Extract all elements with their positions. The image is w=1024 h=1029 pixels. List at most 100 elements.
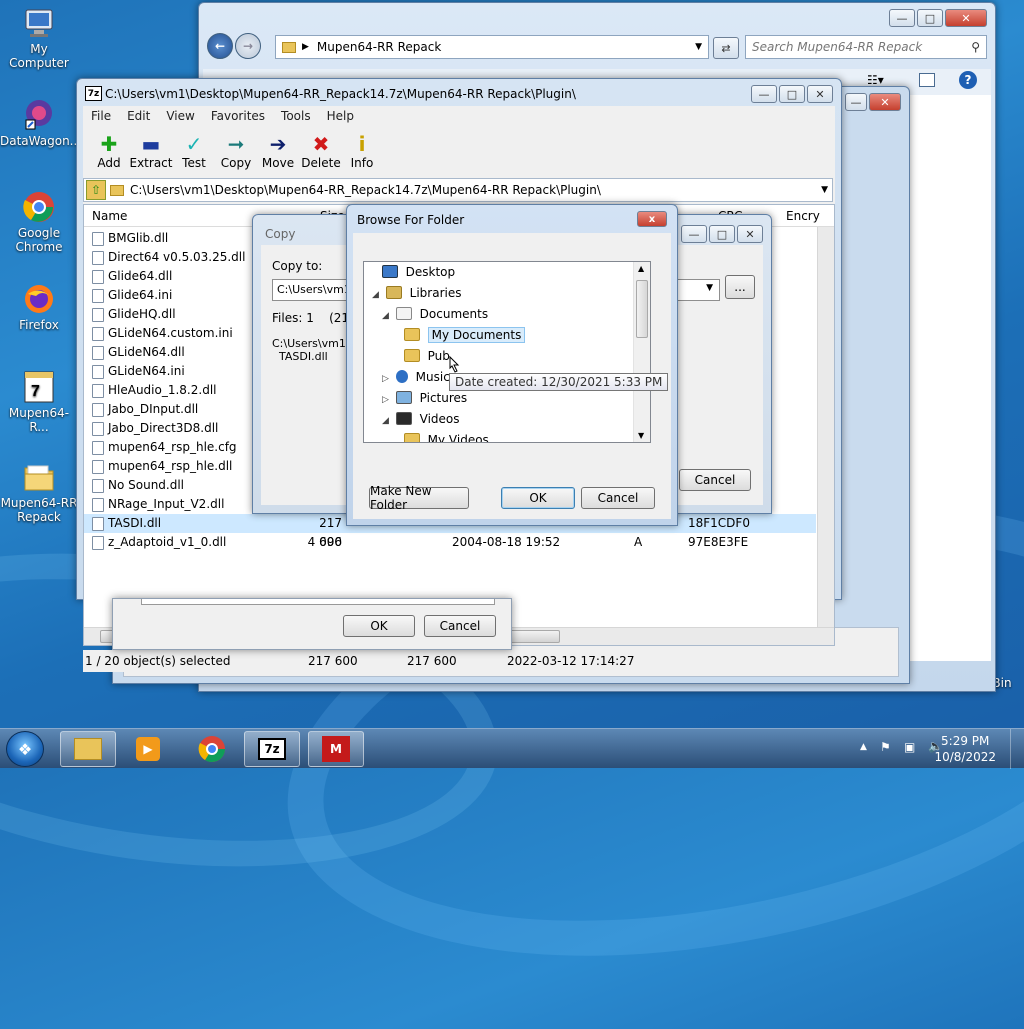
make-new-folder-button[interactable]: Make New Folder (369, 484, 469, 512)
address-dropdown-icon[interactable]: ▼ (695, 42, 702, 52)
copy-cancel-button[interactable]: Cancel (424, 615, 496, 637)
minimize-button[interactable]: — (889, 9, 915, 27)
source-file: TASDI.dll (279, 350, 328, 363)
desktop-icon-chrome[interactable]: Google Chrome (0, 190, 78, 254)
plus-icon: ✚ (100, 132, 118, 156)
collapse-icon[interactable]: ◢ (382, 411, 392, 431)
column-encrypted[interactable]: Encry (786, 209, 820, 223)
folder-tree[interactable]: Desktop ◢ Libraries ◢ Documents My Docum… (363, 261, 651, 443)
info-icon: i (358, 132, 366, 156)
tree-node-videos[interactable]: ◢ Videos (382, 409, 460, 429)
start-button[interactable]: ❖ (6, 731, 44, 767)
delete-button[interactable]: ✖ Delete (299, 132, 343, 170)
clock[interactable]: 5:29 PM 10/8/2022 (934, 733, 996, 765)
forward-button[interactable]: → (235, 33, 261, 59)
menu-favorites[interactable]: Favorites (203, 109, 273, 123)
taskbar-chrome[interactable] (184, 731, 240, 767)
address-bar[interactable]: ▶ Mupen64-RR Repack ▼ (275, 35, 709, 59)
test-button[interactable]: ✓ Test (172, 132, 216, 170)
move-button[interactable]: ➔ Move (256, 132, 300, 170)
column-name[interactable]: Name (92, 209, 127, 223)
help-icon[interactable]: ? (959, 71, 977, 89)
file-row[interactable]: z_Adaptoid_v1_0.dll 4 096 2004-08-18 19:… (84, 533, 816, 552)
desktop-icon-label: My Computer (9, 42, 69, 70)
expand-icon[interactable]: ▷ (382, 369, 392, 389)
maximize-button[interactable]: □ (779, 85, 805, 103)
menu-help[interactable]: Help (319, 109, 362, 123)
collapse-icon[interactable]: ◢ (372, 285, 382, 305)
copy-dialog-lower-field (141, 599, 495, 605)
copy-button[interactable]: ➞ Copy (214, 132, 258, 170)
tree-scrollbar[interactable]: ▲ ▼ (633, 262, 650, 442)
maximize-button[interactable]: □ (709, 225, 735, 243)
scrollbar-thumb[interactable] (636, 280, 648, 338)
menu-edit[interactable]: Edit (119, 109, 158, 123)
close-button[interactable]: x (637, 211, 667, 227)
scroll-down-icon[interactable]: ▼ (638, 431, 644, 440)
folder-icon (74, 738, 102, 760)
tree-node-documents[interactable]: ◢ Documents (382, 304, 488, 324)
tree-node-music[interactable]: ▷ Music (382, 367, 450, 387)
path-dropdown-icon[interactable]: ▼ (821, 185, 828, 195)
file-icon (92, 498, 104, 512)
file-name: z_Adaptoid_v1_0.dll (108, 535, 227, 549)
tree-node-my-documents[interactable]: My Documents (390, 325, 526, 345)
close-button[interactable]: ✕ (737, 225, 763, 243)
view-options-icon[interactable]: ☷▾ (867, 73, 884, 87)
minimize-button[interactable]: — (681, 225, 707, 243)
add-button[interactable]: ✚ Add (87, 132, 131, 170)
copy-dialog-cancel-button[interactable]: Cancel (679, 469, 751, 491)
folder-icon (22, 460, 56, 494)
tree-node-libraries[interactable]: ◢ Libraries (372, 283, 461, 303)
copy-dialog-title: Copy (265, 227, 296, 241)
refresh-button[interactable]: ⇄ (713, 37, 739, 59)
back-button[interactable]: ← (207, 33, 233, 59)
show-hidden-icons-icon[interactable]: ▲ (860, 742, 867, 752)
taskbar-explorer[interactable] (60, 731, 116, 767)
preview-pane-icon[interactable] (919, 73, 935, 87)
taskbar-media-player[interactable]: ▶ (120, 731, 176, 767)
info-button[interactable]: i Info (340, 132, 384, 170)
taskbar: ❖ ▶ 7z M ▲ ⚑ ▣ 🔈 5:29 PM 10/8/2022 (0, 728, 1024, 769)
collapse-icon[interactable]: ◢ (382, 306, 392, 326)
extract-button[interactable]: ▬ Extract (129, 132, 173, 170)
browse-cancel-button[interactable]: Cancel (581, 487, 655, 509)
path-bar[interactable]: ⇧ C:\Users\vm1\Desktop\Mupen64-RR_Repack… (83, 178, 833, 202)
search-input[interactable]: Search Mupen64-RR Repack ⚲ (745, 35, 987, 59)
menu-view[interactable]: View (158, 109, 202, 123)
taskbar-mupen[interactable]: M (308, 731, 364, 767)
copy-ok-button[interactable]: OK (343, 615, 415, 637)
browse-button[interactable]: ... (725, 275, 755, 299)
up-folder-icon[interactable]: ⇧ (86, 180, 106, 200)
maximize-button[interactable]: □ (917, 9, 943, 27)
taskbar-7zip[interactable]: 7z (244, 731, 300, 767)
action-center-icon[interactable]: ⚑ (880, 740, 891, 754)
close-button[interactable]: ✕ (945, 9, 987, 27)
tree-node-desktop[interactable]: Desktop (368, 262, 455, 282)
desktop-icon-firefox[interactable]: Firefox (0, 282, 78, 332)
network-icon[interactable]: ▣ (904, 740, 915, 754)
browse-ok-button[interactable]: OK (501, 487, 575, 509)
file-icon (92, 441, 104, 455)
menu-tools[interactable]: Tools (273, 109, 319, 123)
double-arrow-icon: ➞ (227, 132, 245, 156)
desktop-icon-datawagon[interactable]: DataWagon... (0, 98, 81, 148)
menu-file[interactable]: File (83, 109, 119, 123)
desktop-icon-mupen-archive[interactable]: 7 Mupen64-R... (0, 370, 78, 434)
desktop-icon-mupen-folder[interactable]: Mupen64-RR Repack (0, 460, 78, 524)
desktop-icon-label: Mupen64-R... (8, 406, 70, 434)
tree-node-my-videos[interactable]: My Videos (390, 430, 489, 442)
close-button[interactable]: ✕ (869, 93, 901, 111)
close-button[interactable]: ✕ (807, 85, 833, 103)
file-size: 4 096 (307, 535, 342, 549)
minimize-button[interactable]: — (845, 93, 867, 111)
expand-icon[interactable]: ▷ (382, 390, 392, 410)
vertical-scrollbar[interactable] (817, 227, 834, 627)
show-desktop-button[interactable] (1010, 729, 1024, 769)
desktop-icon-my-computer[interactable]: My Computer (0, 6, 78, 70)
dropdown-arrow-icon[interactable]: ▼ (706, 283, 713, 293)
tree-node-public[interactable]: Pub (390, 346, 450, 366)
tree-node-pictures[interactable]: ▷ Pictures (382, 388, 467, 408)
scroll-up-icon[interactable]: ▲ (638, 264, 644, 273)
minimize-button[interactable]: — (751, 85, 777, 103)
